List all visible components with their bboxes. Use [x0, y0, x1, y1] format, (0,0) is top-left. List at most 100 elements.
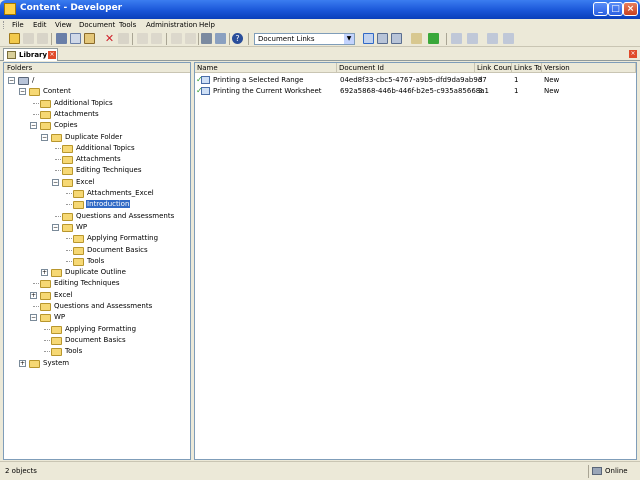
collapse-icon[interactable]: −: [41, 133, 48, 141]
tree-node[interactable]: − WP: [4, 222, 190, 233]
column-name-label: Name: [197, 64, 218, 72]
delete-icon[interactable]: ✕: [104, 33, 115, 44]
collapse-icon[interactable]: −: [19, 88, 26, 96]
undo-icon[interactable]: [137, 33, 148, 44]
menu-help[interactable]: Help: [199, 21, 215, 29]
layout-vertical-icon[interactable]: [391, 33, 402, 44]
tree-node[interactable]: Additional Topics: [4, 143, 190, 154]
tree-node[interactable]: + Excel: [4, 290, 190, 301]
new-folder-icon[interactable]: [9, 33, 20, 44]
open-icon[interactable]: [23, 33, 34, 44]
layout-horizontal-icon[interactable]: [377, 33, 388, 44]
folder-icon: [40, 314, 51, 323]
check-out-icon[interactable]: [467, 33, 478, 44]
folder-icon: [29, 359, 40, 368]
folder-up-icon[interactable]: [411, 33, 422, 44]
tree-connector: [33, 283, 39, 285]
tree-node[interactable]: − /: [4, 75, 190, 86]
tree-node[interactable]: Applying Formatting: [4, 233, 190, 244]
column-document-id[interactable]: Document Id: [337, 63, 475, 73]
tree-node[interactable]: Attachments: [4, 109, 190, 120]
collapse-icon[interactable]: −: [30, 314, 37, 322]
close-button[interactable]: ×: [623, 2, 638, 16]
menu-edit[interactable]: Edit: [33, 21, 47, 29]
tree-node[interactable]: + Duplicate Outline: [4, 267, 190, 278]
menu-file[interactable]: File: [12, 21, 24, 29]
table-row[interactable]: ✓ Printing a Selected Range 04ed8f33-cbc…: [195, 74, 636, 85]
chevron-down-icon[interactable]: ▼: [344, 34, 354, 44]
copy-icon[interactable]: [70, 33, 81, 44]
forward-icon[interactable]: [185, 33, 196, 44]
column-version[interactable]: Version: [542, 63, 636, 73]
document-icon: [201, 76, 210, 84]
tree-node[interactable]: Tools: [4, 346, 190, 357]
find-icon[interactable]: [201, 33, 212, 44]
tree-node-label: Additional Topics: [76, 143, 135, 152]
layout-single-icon[interactable]: [363, 33, 374, 44]
library-icon: [7, 51, 16, 59]
tree-node[interactable]: Applying Formatting: [4, 324, 190, 335]
menu-document[interactable]: Document: [79, 21, 115, 29]
tree-node[interactable]: Editing Techniques: [4, 165, 190, 176]
menu-administration[interactable]: Administration: [146, 21, 197, 29]
spell-check-icon[interactable]: [215, 33, 226, 44]
tab-library[interactable]: Library ×: [3, 48, 58, 61]
column-link-count[interactable]: Link Count: [475, 63, 514, 73]
view-selector[interactable]: Document Links ▼: [254, 33, 355, 45]
tree-node[interactable]: − WP: [4, 312, 190, 323]
collapse-icon[interactable]: −: [8, 77, 15, 84]
tree-node[interactable]: Attachments_Excel: [4, 188, 190, 199]
tree-node[interactable]: Questions and Assessments: [4, 301, 190, 312]
menu-view[interactable]: View: [55, 21, 72, 29]
column-links-to-label: Links To: [514, 64, 542, 72]
tree-node[interactable]: Questions and Assessments: [4, 211, 190, 222]
tree-node[interactable]: − Excel: [4, 177, 190, 188]
folder-icon: [40, 99, 51, 108]
column-links-to[interactable]: Links To: [512, 63, 542, 73]
tree-node[interactable]: − Duplicate Folder: [4, 132, 190, 143]
check-in-icon[interactable]: [451, 33, 462, 44]
expand-icon[interactable]: +: [19, 359, 26, 367]
cut-icon[interactable]: [56, 33, 67, 44]
redo-icon[interactable]: [151, 33, 162, 44]
paste-icon[interactable]: [84, 33, 95, 44]
collapse-icon[interactable]: −: [52, 178, 59, 186]
minimize-button[interactable]: _: [593, 2, 608, 16]
tree-node[interactable]: − Copies: [4, 120, 190, 131]
row-links-to: 1: [514, 87, 519, 95]
folder-icon: [40, 122, 51, 131]
tree-node[interactable]: Editing Techniques: [4, 278, 190, 289]
expand-icon[interactable]: +: [41, 269, 48, 277]
tree-node[interactable]: Document Basics: [4, 335, 190, 346]
save-icon[interactable]: [37, 33, 48, 44]
tree-node[interactable]: Attachments: [4, 154, 190, 165]
maximize-button[interactable]: □: [608, 2, 623, 16]
tree-node[interactable]: Introduction: [4, 199, 190, 210]
table-row[interactable]: ✓ Printing the Current Worksheet 692a586…: [195, 85, 636, 96]
close-pane-icon[interactable]: ×: [629, 50, 637, 58]
menu-grip[interactable]: [3, 21, 5, 29]
tree-node-label: Editing Techniques: [54, 279, 120, 288]
tree-node[interactable]: Tools: [4, 256, 190, 267]
tree-node[interactable]: − Content: [4, 86, 190, 97]
refresh-icon[interactable]: [428, 33, 439, 44]
close-tab-icon[interactable]: ×: [48, 51, 56, 59]
tree-node-label: Questions and Assessments: [76, 211, 175, 220]
back-icon[interactable]: [171, 33, 182, 44]
lock-icon[interactable]: [503, 33, 514, 44]
tree-node[interactable]: Document Basics: [4, 245, 190, 256]
collapse-icon[interactable]: −: [52, 223, 59, 231]
expand-icon[interactable]: +: [30, 291, 37, 299]
document-list-pane: Name Document Id Link Count Links To Ver…: [194, 62, 637, 460]
collapse-icon[interactable]: −: [30, 122, 37, 130]
folder-icon: [73, 257, 84, 266]
menu-tools[interactable]: Tools: [119, 21, 136, 29]
properties-icon[interactable]: [118, 33, 129, 44]
row-version: New: [544, 76, 560, 84]
help-icon[interactable]: ?: [232, 33, 243, 44]
column-name[interactable]: Name: [195, 63, 337, 73]
tree-node[interactable]: + System: [4, 358, 190, 369]
publish-icon[interactable]: [487, 33, 498, 44]
tree-node[interactable]: Additional Topics: [4, 98, 190, 109]
tree-connector: [66, 260, 72, 262]
